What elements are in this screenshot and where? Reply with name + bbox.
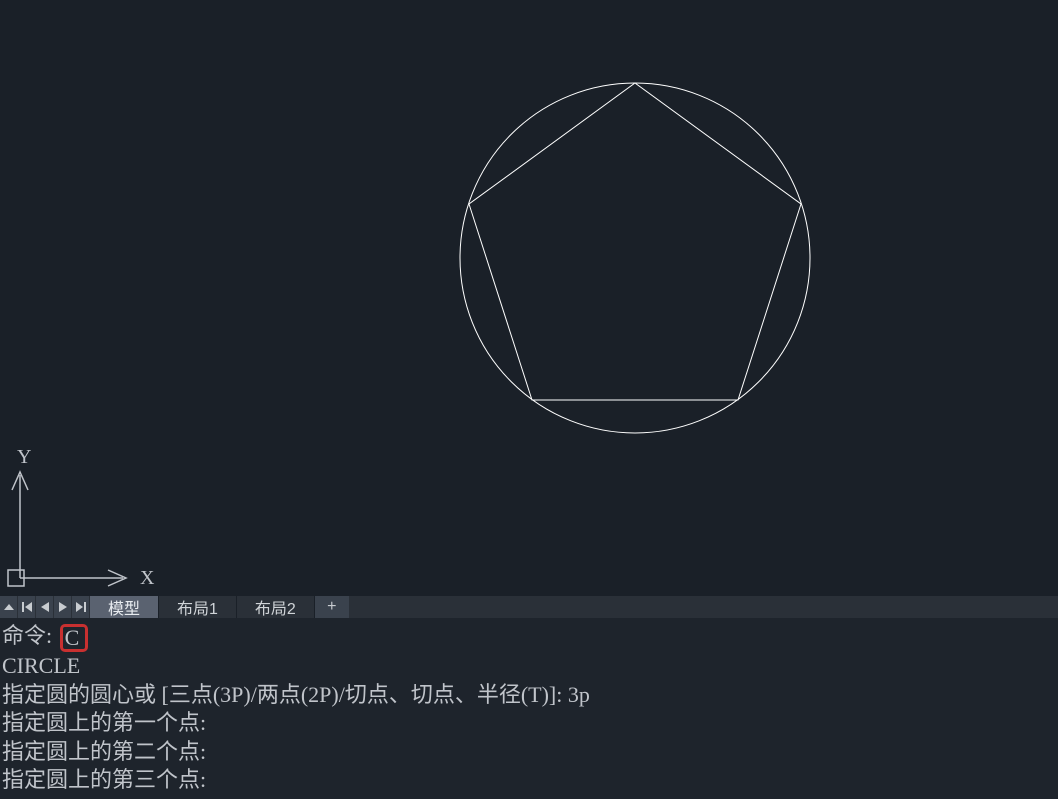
command-history-line: 指定圆上的第二个点: (2, 738, 1056, 767)
tabbar-next-icon[interactable] (54, 596, 72, 618)
tabbar-prev-icon[interactable] (36, 596, 54, 618)
command-history-line: 指定圆上的第三个点: (2, 766, 1056, 795)
tab-layout2[interactable]: 布局2 (237, 596, 315, 618)
tab-layout1[interactable]: 布局1 (159, 596, 237, 618)
command-panel[interactable]: 命令: C CIRCLE 指定圆的圆心或 [三点(3P)/两点(2P)/切点、切… (0, 618, 1058, 799)
ucs-icon (8, 472, 126, 586)
tab-model[interactable]: 模型 (90, 596, 159, 618)
layout-tabbar: 模型 布局1 布局2 + (0, 596, 1058, 618)
ucs-x-label: X (140, 567, 155, 589)
command-history-line: 指定圆上的第一个点: (2, 709, 1056, 738)
ucs-y-label: Y (17, 446, 31, 468)
command-prompt-label: 命令: (2, 623, 58, 648)
tabbar-up-icon[interactable] (0, 596, 18, 618)
command-input-highlight: C (60, 624, 89, 652)
command-history-line: 指定圆的圆心或 [三点(3P)/两点(2P)/切点、切点、半径(T)]: 3p (2, 681, 1056, 710)
drawn-circle[interactable] (460, 83, 810, 433)
drawn-pentagon[interactable] (469, 83, 801, 400)
drawing-canvas[interactable]: Y X (0, 0, 1058, 596)
tab-add-button[interactable]: + (315, 596, 349, 618)
command-prompt-line: 命令: C (2, 622, 1056, 652)
tabbar-last-icon[interactable] (72, 596, 90, 618)
tabbar-first-icon[interactable] (18, 596, 36, 618)
command-history-line: CIRCLE (2, 652, 1056, 681)
